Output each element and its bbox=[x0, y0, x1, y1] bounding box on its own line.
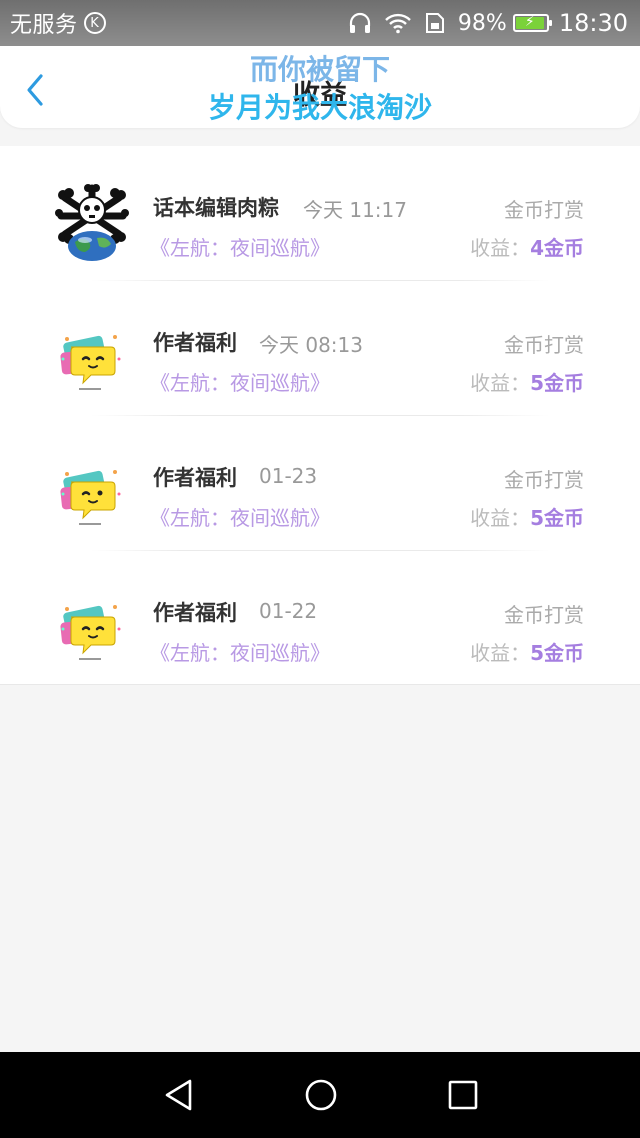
earnings-label: 收益： bbox=[470, 371, 531, 395]
nav-recents-button[interactable] bbox=[442, 1074, 484, 1116]
recents-square-icon bbox=[448, 1080, 478, 1110]
earnings: 收益：5金币 bbox=[470, 502, 584, 531]
sender-name: 作者福利 bbox=[153, 601, 237, 625]
sender-name: 作者福利 bbox=[153, 466, 237, 490]
sender-name: 作者福利 bbox=[153, 331, 237, 355]
book-title: 《左航：夜间巡航》 bbox=[150, 371, 330, 395]
earnings-label: 收益： bbox=[470, 641, 531, 665]
wifi-icon bbox=[385, 13, 411, 34]
carrier-label: 无服务 bbox=[10, 13, 78, 38]
earnings-value: 5金币 bbox=[530, 506, 584, 530]
record-type: 金币打赏 bbox=[504, 468, 584, 492]
nav-home-button[interactable] bbox=[300, 1074, 342, 1116]
status-right: 98% ⚡ 18:30 bbox=[336, 0, 628, 46]
yellow-chat-bubble-avatar bbox=[55, 454, 129, 532]
status-bar: 无服务 K 98% ⚡ 18:30 bbox=[0, 0, 640, 46]
earnings-label: 收益： bbox=[470, 236, 531, 260]
list-item[interactable]: 作者福利 01-22 金币打赏 《左航：夜间巡航》 收益：5金币 bbox=[0, 551, 640, 686]
status-left: 无服务 K bbox=[10, 7, 106, 39]
globe-skull-avatar bbox=[55, 184, 129, 262]
list-item[interactable]: 话本编辑肉粽 今天 11:17 金币打赏 《左航：夜间巡航》 收益：4金币 bbox=[0, 146, 640, 281]
headphones-icon bbox=[349, 12, 371, 33]
system-nav-bar bbox=[0, 1052, 640, 1138]
battery-percent: 98% bbox=[457, 10, 507, 36]
yellow-chat-bubble-avatar bbox=[55, 319, 129, 397]
list-item[interactable]: 作者福利 01-23 金币打赏 《左航：夜间巡航》 收益：5金币 bbox=[0, 416, 640, 551]
record-time: 今天 08:13 bbox=[259, 333, 363, 357]
home-circle-icon bbox=[305, 1079, 337, 1111]
earnings-list: 话本编辑肉粽 今天 11:17 金币打赏 《左航：夜间巡航》 收益：4金币 作者… bbox=[0, 146, 640, 685]
earnings-value: 4金币 bbox=[530, 236, 584, 260]
sim-icon bbox=[425, 13, 444, 33]
book-title: 《左航：夜间巡航》 bbox=[150, 506, 330, 530]
list-item[interactable]: 作者福利 今天 08:13 金币打赏 《左航：夜间巡航》 收益：5金币 bbox=[0, 281, 640, 416]
nav-back-button[interactable] bbox=[158, 1074, 200, 1116]
record-time: 01-23 bbox=[259, 464, 318, 488]
yellow-chat-bubble-avatar bbox=[55, 589, 129, 667]
battery-icon: ⚡ bbox=[512, 14, 552, 32]
record-time: 01-22 bbox=[259, 599, 318, 623]
record-time: 今天 11:17 bbox=[303, 198, 407, 222]
record-type: 金币打赏 bbox=[504, 198, 584, 222]
clock: 18:30 bbox=[558, 9, 628, 37]
earnings-value: 5金币 bbox=[530, 641, 584, 665]
overlay-text-line2: 岁月为我大浪淘沙 bbox=[207, 91, 432, 124]
page-header: 收益 而你被留下 岁月为我大浪淘沙 bbox=[0, 46, 640, 128]
earnings: 收益：5金币 bbox=[470, 367, 584, 396]
earnings-label: 收益： bbox=[470, 506, 531, 530]
book-title: 《左航：夜间巡航》 bbox=[150, 641, 330, 665]
sender-name: 话本编辑肉粽 bbox=[153, 196, 279, 220]
earnings: 收益：5金币 bbox=[470, 637, 584, 666]
overlay-text-line1: 而你被留下 bbox=[249, 53, 390, 86]
earnings: 收益：4金币 bbox=[470, 232, 584, 261]
book-title: 《左航：夜间巡航》 bbox=[150, 236, 330, 260]
back-triangle-icon bbox=[165, 1079, 192, 1111]
k-circle-icon: K bbox=[83, 12, 106, 34]
charging-bolt-icon: ⚡ bbox=[524, 14, 535, 30]
record-type: 金币打赏 bbox=[504, 603, 584, 627]
record-type: 金币打赏 bbox=[504, 333, 584, 357]
earnings-value: 5金币 bbox=[530, 371, 584, 395]
